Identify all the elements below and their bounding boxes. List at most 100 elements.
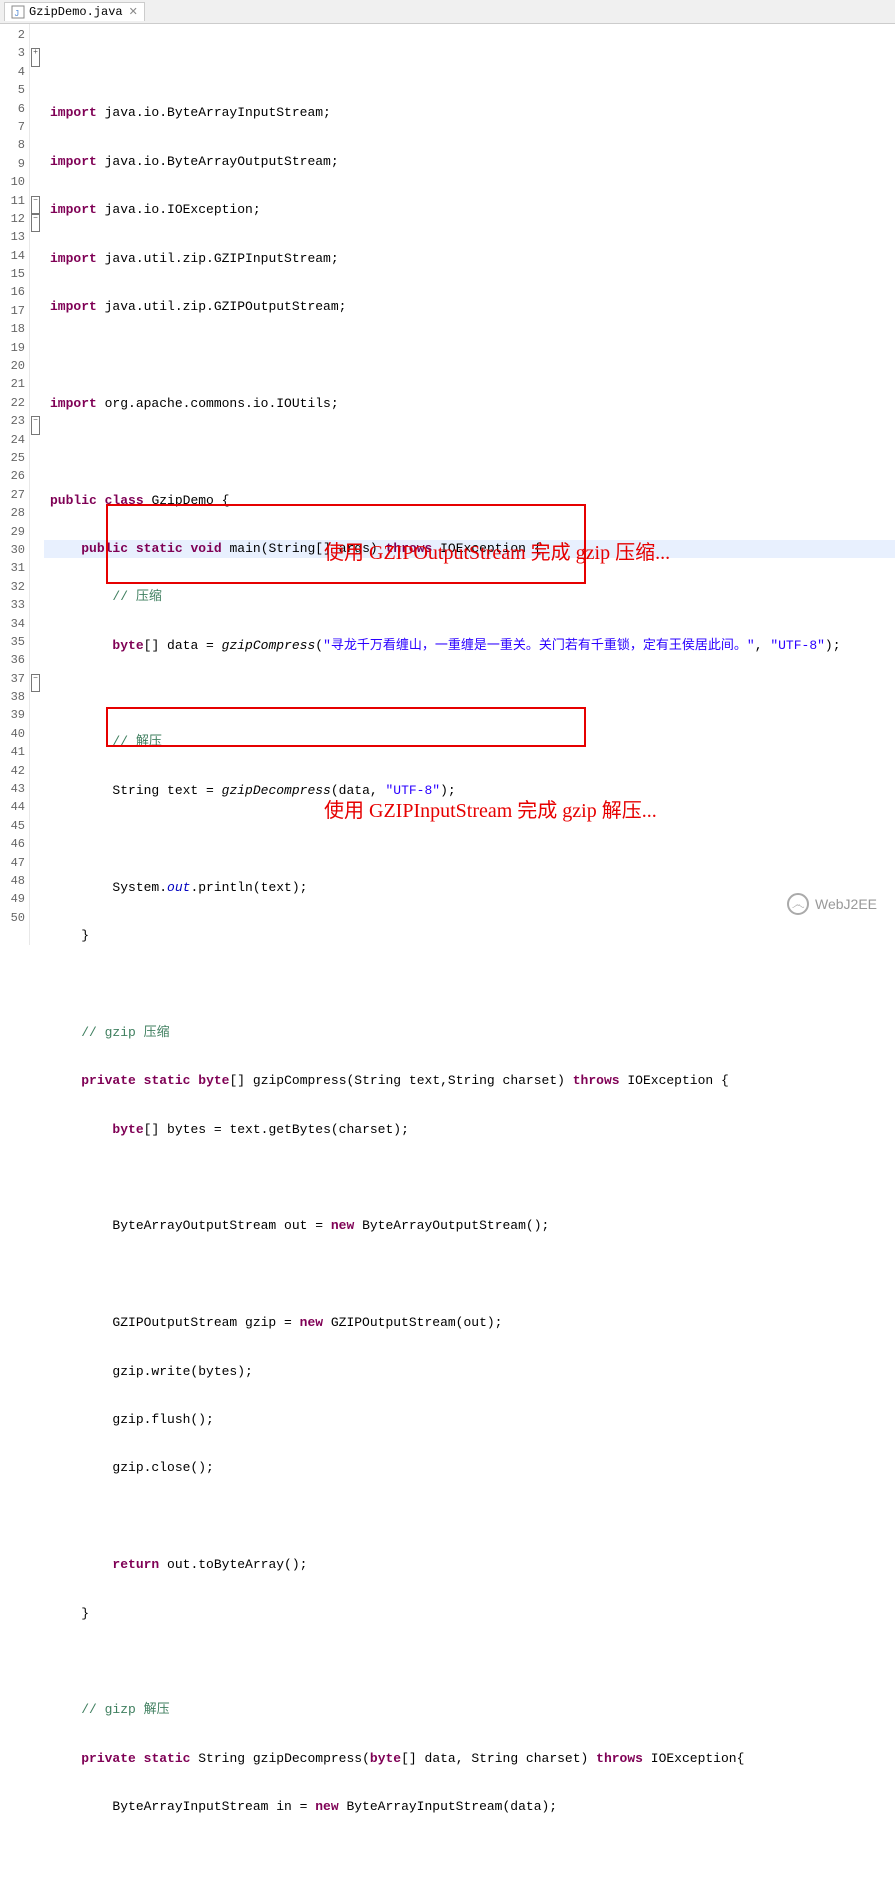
line-number: 49 [0,890,29,908]
fold-cell [30,596,44,614]
code-line: System.out.println(text); [44,879,895,897]
fold-cell [30,265,44,283]
fold-cell [30,541,44,559]
fold-cell [30,872,44,890]
line-number: 14 [0,247,29,265]
line-number: 37 [0,670,29,688]
line-number: 4 [0,63,29,81]
line-number: 23 [0,412,29,430]
fold-cell: − [30,192,44,210]
code-line: // gzip 压缩 [44,1024,895,1042]
fold-cell [30,706,44,724]
fold-cell [30,155,44,173]
code-line: ByteArrayOutputStream out = new ByteArra… [44,1217,895,1235]
svg-text:J: J [14,9,19,19]
fold-cell [30,320,44,338]
tab-bar: J GzipDemo.java ✕ [0,0,895,24]
code-line: private static byte[] gzipCompress(Strin… [44,1072,895,1090]
code-line: import java.io.ByteArrayInputStream; [44,104,895,122]
line-number: 48 [0,872,29,890]
fold-cell [30,651,44,669]
line-number: 28 [0,504,29,522]
code-line: gzip.write(bytes); [44,1363,895,1381]
line-number: 33 [0,596,29,614]
code-line [44,346,895,364]
code-line [44,1508,895,1526]
line-number: 18 [0,320,29,338]
code-line: GZIPOutputStream gzip = new GZIPOutputSt… [44,1314,895,1332]
close-icon[interactable]: ✕ [129,5,138,19]
fold-cell [30,63,44,81]
line-number: 25 [0,449,29,467]
line-number: 30 [0,541,29,559]
code-line [44,1169,895,1187]
code-line [44,1266,895,1284]
line-number: 31 [0,559,29,577]
file-tab[interactable]: J GzipDemo.java ✕ [4,2,145,21]
fold-column: +−−−− [30,24,44,945]
code-line [44,975,895,993]
code-line: gzip.flush(); [44,1411,895,1429]
fold-cell: + [30,44,44,62]
fold-cell [30,136,44,154]
fold-cell [30,26,44,44]
fold-cell [30,81,44,99]
fold-cell [30,890,44,908]
line-number: 10 [0,173,29,191]
fold-cell [30,100,44,118]
fold-cell [30,228,44,246]
tab-filename: GzipDemo.java [29,5,123,19]
line-number: 40 [0,725,29,743]
fold-cell [30,339,44,357]
code-line [44,830,895,848]
fold-cell [30,762,44,780]
line-number: 15 [0,265,29,283]
fold-cell [30,909,44,927]
line-number: 12 [0,210,29,228]
fold-cell: − [30,412,44,430]
fold-cell [30,357,44,375]
fold-cell [30,578,44,596]
fold-cell [30,615,44,633]
line-number: 9 [0,155,29,173]
code-line: } [44,1605,895,1623]
code-area[interactable]: import java.io.ByteArrayInputStream; imp… [44,24,895,945]
annotation-label-1: 使用 GZIPOutputStream 完成 gzip 压缩... [324,536,670,565]
line-number: 6 [0,100,29,118]
fold-cell [30,486,44,504]
fold-cell [30,431,44,449]
line-number: 19 [0,339,29,357]
line-number: 35 [0,633,29,651]
line-number: 32 [0,578,29,596]
line-number: 44 [0,798,29,816]
fold-cell [30,835,44,853]
fold-cell [30,504,44,522]
code-line: // 解压 [44,733,895,751]
code-line [44,56,895,74]
code-editor[interactable]: 2345678910111213141516171819202122232425… [0,24,895,945]
code-line [44,443,895,461]
line-number: 39 [0,706,29,724]
fold-cell [30,247,44,265]
line-number: 45 [0,817,29,835]
fold-cell [30,375,44,393]
annotation-label-2: 使用 GZIPInputStream 完成 gzip 解压... [324,794,657,823]
line-number: 21 [0,375,29,393]
line-number: 5 [0,81,29,99]
fold-cell [30,633,44,651]
line-number: 27 [0,486,29,504]
line-number: 50 [0,909,29,927]
code-line: // 压缩 [44,588,895,606]
fold-cell [30,559,44,577]
fold-cell: − [30,210,44,228]
code-line: import java.util.zip.GZIPOutputStream; [44,298,895,316]
code-line: import java.io.ByteArrayOutputStream; [44,153,895,171]
fold-cell [30,817,44,835]
fold-cell: − [30,670,44,688]
fold-cell [30,173,44,191]
line-number: 20 [0,357,29,375]
fold-cell [30,780,44,798]
code-line: public class GzipDemo { [44,492,895,510]
line-number: 34 [0,615,29,633]
fold-cell [30,394,44,412]
